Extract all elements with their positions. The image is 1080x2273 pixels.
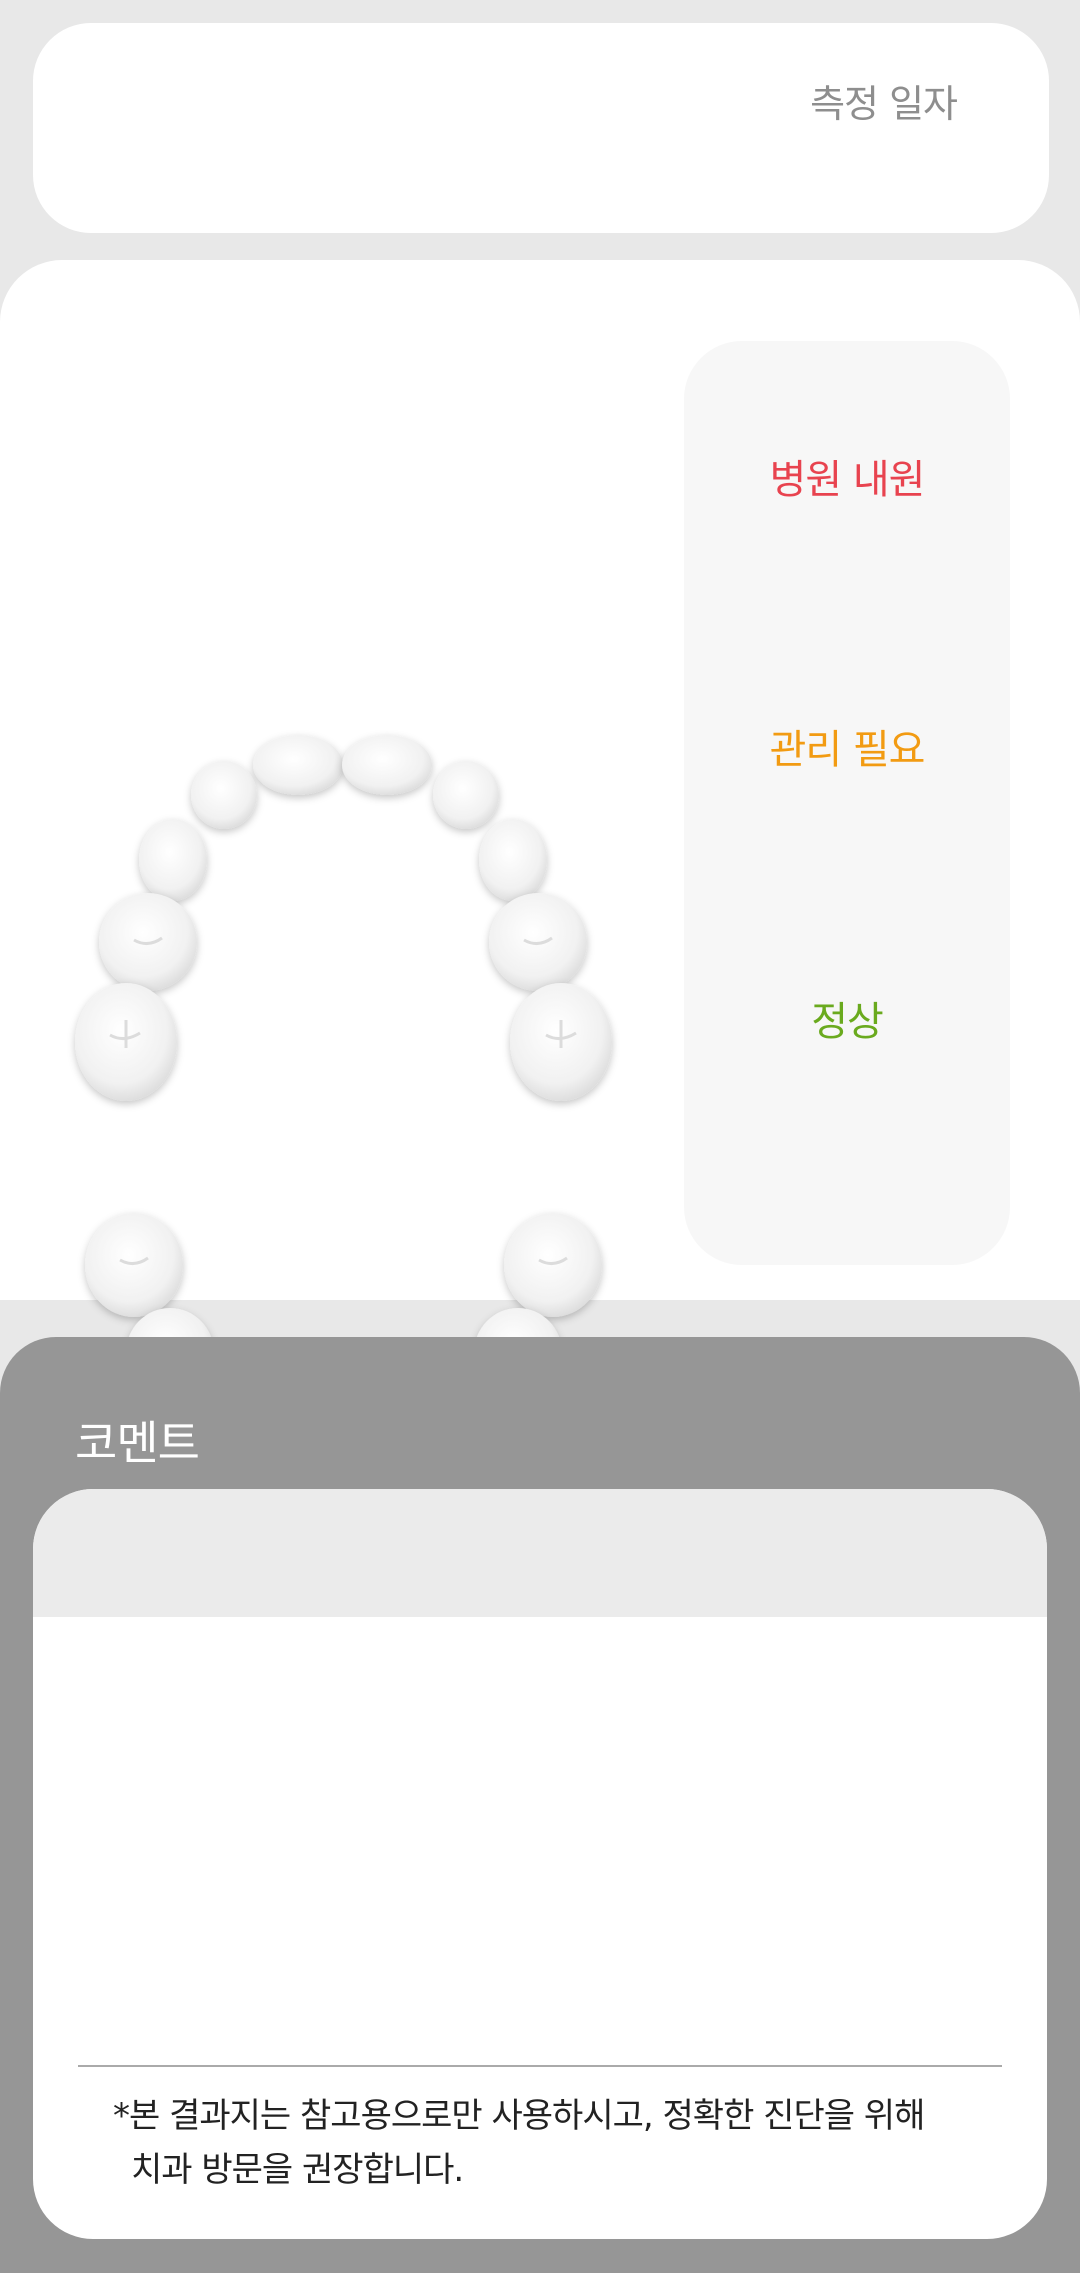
tooth-u-central-right[interactable]: [342, 735, 432, 795]
disclaimer: *본 결과지는 참고용으로만 사용하시고, 정확한 진단을 위해 치과 방문을 …: [113, 2089, 993, 2197]
status-normal: 정상: [811, 999, 884, 1045]
status-needs-care: 관리 필요: [769, 727, 926, 773]
status-legend-panel: 병원 내원 관리 필요 정상: [684, 341, 1010, 1265]
tooth-u-canine-right[interactable]: [479, 819, 547, 901]
disclaimer-line-1: *본 결과지는 참고용으로만 사용하시고, 정확한 진단을 위해: [113, 2096, 925, 2136]
comment-header-bar: [33, 1489, 1047, 1617]
comment-box: *본 결과지는 참고용으로만 사용하시고, 정확한 진단을 위해 치과 방문을 …: [33, 1489, 1047, 2239]
tooth-u-lateral-left[interactable]: [191, 761, 257, 829]
comment-section: 코멘트 *본 결과지는 참고용으로만 사용하시고, 정확한 진단을 위해 치과 …: [0, 1337, 1080, 2273]
upper-arch: [75, 735, 612, 1101]
tooth-u-canine-left[interactable]: [139, 819, 207, 901]
disclaimer-line-2: 치과 방문을 권장합니다.: [131, 2150, 464, 2190]
status-hospital-visit: 병원 내원: [769, 457, 926, 503]
comment-title: 코멘트: [75, 1416, 200, 1470]
dental-chart: [75, 735, 612, 1480]
measurement-date-label: 측정 일자: [810, 82, 958, 126]
tooth-u-lateral-right[interactable]: [433, 761, 499, 829]
divider: [78, 2065, 1002, 2067]
tooth-u-central-left[interactable]: [253, 735, 343, 795]
date-card: 측정 일자: [33, 23, 1049, 233]
